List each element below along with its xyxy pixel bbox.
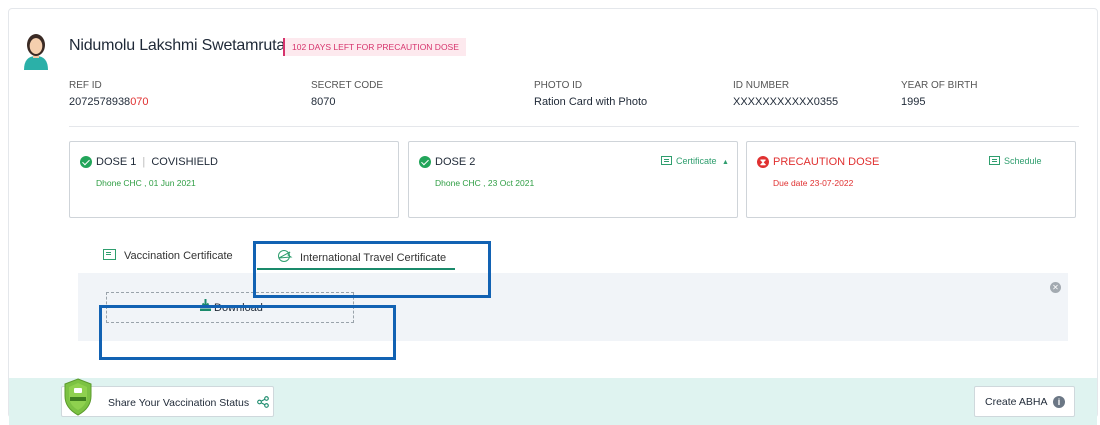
caret-up-icon: ▲: [722, 159, 729, 166]
close-icon[interactable]: ✕: [1050, 282, 1061, 293]
avatar-icon: [24, 34, 48, 70]
highlight-box: [253, 241, 491, 298]
share-label: Share Your Vaccination Status: [108, 396, 269, 409]
photo-id-value: Ration Card with Photo: [534, 96, 648, 108]
share-icon: [257, 396, 269, 408]
id-number-label: ID NUMBER: [733, 80, 790, 91]
id-number-value: XXXXXXXXXXX0355: [733, 96, 839, 108]
certificate-icon: [661, 156, 672, 165]
dose-2-title: DOSE 2: [435, 156, 476, 168]
ref-id-value: 2072578938070: [69, 96, 149, 108]
dose-2-card: DOSE 2 Dhone CHC , 23 Oct 2021 Certifica…: [408, 141, 738, 218]
secret-code-label: SECRET CODE: [311, 80, 384, 91]
dose-1-title: DOSE 1 | COVISHIELD: [96, 156, 218, 168]
tab-vaccination-certificate[interactable]: Vaccination Certificate: [103, 249, 233, 262]
precaution-dose-card: ⧗ PRECAUTION DOSE Due date 23-07-2022 Sc…: [746, 141, 1076, 218]
year-of-birth-label: YEAR OF BIRTH: [901, 80, 978, 91]
dose-1-details: Dhone CHC , 01 Jun 2021: [96, 178, 196, 188]
highlight-box: [99, 305, 396, 360]
hourglass-icon: ⧗: [757, 156, 769, 168]
separator: |: [142, 156, 146, 168]
dose-1-card: DOSE 1 | COVISHIELD Dhone CHC , 01 Jun 2…: [69, 141, 399, 218]
divider: [69, 126, 1079, 127]
info-icon: i: [1053, 396, 1065, 408]
create-abha-label: Create ABHA: [985, 396, 1048, 408]
photo-id-label: PHOTO ID: [534, 80, 583, 91]
ref-id-prefix: 2072578938: [69, 96, 131, 108]
create-abha-button[interactable]: Create ABHA i: [974, 386, 1075, 417]
ref-id-label: REF ID: [69, 80, 102, 91]
secret-code-value: 8070: [311, 96, 336, 108]
precaution-dose-title: PRECAUTION DOSE: [773, 156, 880, 168]
tab-label: Vaccination Certificate: [124, 250, 233, 262]
dose-1-label: DOSE 1: [96, 156, 137, 168]
ref-id-suffix: 070: [130, 96, 149, 108]
certificate-dropdown[interactable]: Certificate ▲: [661, 156, 729, 166]
beneficiary-name: Nidumolu Lakshmi Swetamruta: [69, 37, 286, 54]
dose-2-details: Dhone CHC , 23 Oct 2021: [435, 178, 535, 188]
check-icon: [80, 156, 92, 168]
certificate-icon: [103, 249, 116, 260]
calendar-icon: [989, 156, 1000, 165]
certificate-link-label: Certificate: [676, 156, 717, 166]
dose-1-vaccine: COVISHIELD: [151, 156, 218, 168]
precaution-dose-badge: 102 DAYS LEFT FOR PRECAUTION DOSE: [283, 38, 466, 56]
vaccinated-shield-icon: [64, 378, 92, 416]
check-icon: [419, 156, 431, 168]
schedule-button[interactable]: Schedule: [989, 156, 1042, 166]
share-text: Share Your Vaccination Status: [108, 397, 250, 409]
precaution-due-date: Due date 23-07-2022: [773, 178, 854, 188]
year-of-birth-value: 1995: [901, 96, 926, 108]
schedule-label: Schedule: [1004, 156, 1042, 166]
